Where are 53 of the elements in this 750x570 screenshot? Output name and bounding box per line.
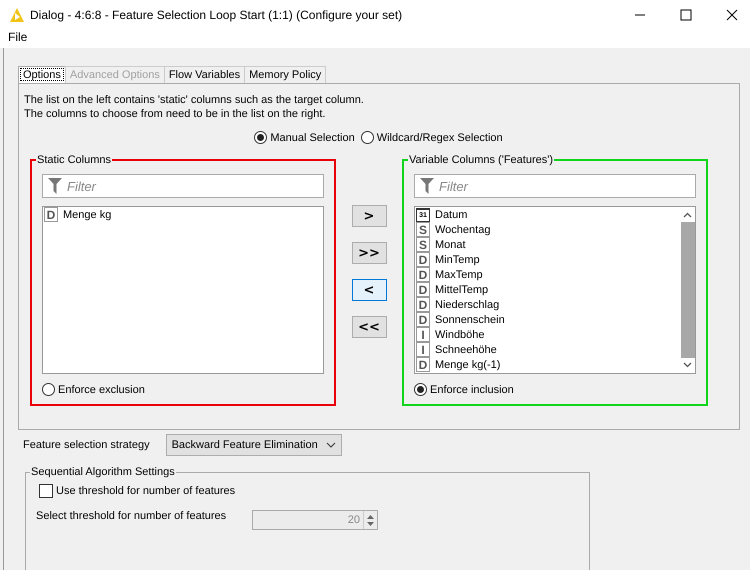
type-icon: D <box>416 252 430 267</box>
type-icon: D <box>416 282 430 297</box>
scroll-down-icon[interactable] <box>683 362 692 368</box>
type-icon: I <box>416 342 430 357</box>
tab[interactable]: Memory Policy <box>244 66 326 83</box>
column-item[interactable]: D MinTemp <box>415 252 680 267</box>
filter-field[interactable]: Filter <box>414 174 696 198</box>
field-label: Feature selection strategy <box>23 439 150 451</box>
column-item[interactable]: S Monat <box>415 237 680 252</box>
type-icon: D <box>416 357 430 372</box>
column-item[interactable]: S Wochentag <box>415 222 680 237</box>
radio-option[interactable]: Wildcard/Regex Selection <box>360 131 503 144</box>
description-text: The columns to choose from need to be in the list on the right. <box>24 107 326 121</box>
radio-option[interactable]: Enforce inclusion <box>414 383 514 396</box>
maximize-icon[interactable] <box>680 9 692 21</box>
strategy-dropdown[interactable]: Backward Feature Elimination <box>166 434 342 456</box>
menu-item[interactable]: File <box>8 30 28 44</box>
filter-icon <box>48 178 62 194</box>
type-icon: D <box>416 312 430 327</box>
field-label: Select threshold for number of features <box>36 510 228 522</box>
move-button[interactable]: << <box>352 316 386 338</box>
description-text: The list on the left contains 'static' columns such as the target column. <box>24 93 365 107</box>
move-button[interactable]: >> <box>352 242 386 264</box>
type-icon: D <box>416 297 430 312</box>
filter-field[interactable]: Filter <box>42 174 324 198</box>
column-item[interactable]: D Menge kg(-1) <box>415 357 680 372</box>
column-item[interactable]: D Niederschlag <box>415 297 680 312</box>
move-button[interactable]: < <box>352 279 386 301</box>
warning-triangle-icon <box>9 7 25 23</box>
group-title: Sequential Algorithm Settings <box>30 466 176 478</box>
chevron-down-icon <box>326 442 336 448</box>
filter-icon <box>420 178 434 194</box>
checkbox-option[interactable]: Use threshold for number of features <box>39 484 579 498</box>
group-title: Static Columns <box>36 154 112 166</box>
scroll-up-icon[interactable] <box>683 212 692 218</box>
column-item[interactable]: D MittelTemp <box>415 282 680 297</box>
column-item[interactable]: D Menge kg <box>43 207 323 222</box>
window-title: Dialog - 4:6:8 - Feature Selection Loop Start (1:1) (Configure your set) <box>30 8 402 22</box>
type-icon: S <box>416 222 430 237</box>
group-title: Variable Columns ('Features') <box>408 154 554 166</box>
close-icon[interactable] <box>726 9 738 21</box>
type-icon: D <box>44 207 58 222</box>
column-item[interactable]: D Sonnenschein <box>415 312 680 327</box>
column-item[interactable]: D MaxTemp <box>415 267 680 282</box>
column-item[interactable]: I Schneehöhe <box>415 342 680 357</box>
move-button[interactable]: > <box>352 205 386 227</box>
column-item[interactable]: I Windböhe <box>415 327 680 342</box>
type-icon: I <box>416 327 430 342</box>
type-icon: D <box>416 267 430 282</box>
tab[interactable]: Options <box>18 66 66 83</box>
type-icon: S <box>416 237 430 252</box>
radio-option[interactable]: Enforce exclusion <box>42 383 145 396</box>
radio-option[interactable]: Manual Selection <box>254 131 355 144</box>
